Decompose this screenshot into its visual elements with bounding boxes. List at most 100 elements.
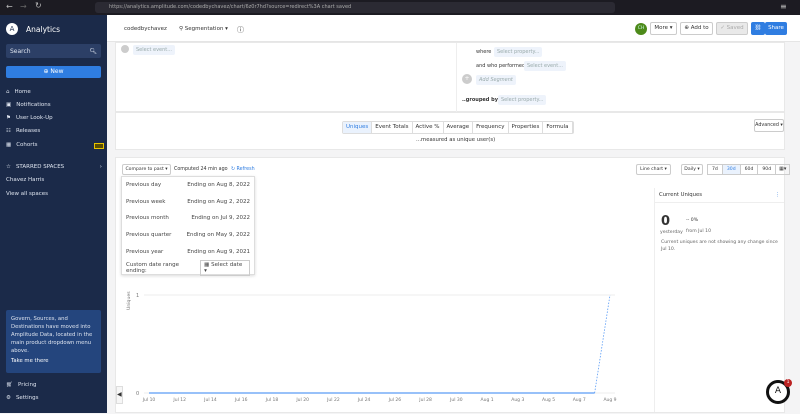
grouped-by-label: ..grouped by bbox=[462, 97, 498, 103]
range-selector: 7d30d60d90d▦▾ bbox=[707, 164, 790, 175]
space-chavez-harris[interactable]: Chavez Harris bbox=[6, 177, 44, 183]
select-date-dropdown[interactable]: ▦ Select date ▾ bbox=[200, 260, 250, 276]
x-tick-label: Jul 18 bbox=[265, 397, 279, 403]
compare-option[interactable]: Previous year Ending on Aug 9, 2021 bbox=[126, 243, 250, 260]
and-who-label: and who performed bbox=[476, 63, 525, 69]
sidebar-item-home[interactable]: ⌂Home bbox=[6, 89, 31, 95]
compare-option-label: Previous year bbox=[126, 249, 163, 255]
compare-option-date: Ending on Aug 9, 2021 bbox=[187, 249, 250, 255]
interval-dropdown[interactable]: Daily ▾ bbox=[681, 164, 703, 175]
range-90d[interactable]: 90d bbox=[758, 165, 776, 174]
x-tick-label: Jul 28 bbox=[418, 397, 432, 403]
sidebar-item-cohorts[interactable]: ▦Cohorts bbox=[6, 142, 38, 148]
x-tick-label: Jul 22 bbox=[326, 397, 340, 403]
home-icon: ⌂ bbox=[6, 89, 10, 95]
info-icon[interactable]: ⓘ bbox=[237, 25, 244, 35]
x-tick-label: Jul 12 bbox=[172, 397, 186, 403]
x-tick-label: Jul 10 bbox=[142, 397, 156, 403]
view-all-spaces-link[interactable]: View all spaces bbox=[6, 191, 48, 197]
app-switcher[interactable]: Analytics bbox=[26, 25, 60, 34]
x-tick-label: Aug 9 bbox=[603, 397, 616, 403]
series-line-incomplete bbox=[595, 295, 610, 393]
range-7d[interactable]: 7d bbox=[708, 165, 723, 174]
group-property[interactable]: Select property... bbox=[498, 95, 546, 105]
sidebar-item-settings[interactable]: ⚙Settings bbox=[6, 395, 39, 401]
link-icon[interactable]: ⛓ bbox=[751, 22, 765, 35]
share-button[interactable]: Share bbox=[765, 22, 787, 35]
current-period: yesterday bbox=[660, 230, 683, 235]
compare-option-label: Previous day bbox=[126, 182, 161, 188]
chat-launcher[interactable]: A 1 bbox=[766, 380, 790, 404]
measured-label: ...measured as unique user(s) bbox=[416, 137, 495, 143]
tab-properties[interactable]: Properties bbox=[509, 122, 544, 133]
migration-notice: Govern, Sources, and Destinations have m… bbox=[6, 310, 101, 373]
where-property[interactable]: Select property... bbox=[494, 47, 542, 57]
compare-option-label: Previous week bbox=[126, 199, 165, 205]
avatar[interactable]: CH bbox=[635, 23, 647, 35]
sidebar-item-releases[interactable]: ☷Releases bbox=[6, 128, 40, 134]
top-bar: codedbychavez ⚲ Segmentation ▾ ⓘ CH More… bbox=[107, 15, 800, 42]
add-to-button[interactable]: ⊕ Add to bbox=[680, 22, 713, 35]
compare-option[interactable]: Previous week Ending on Aug 2, 2022 bbox=[126, 194, 250, 211]
tab-event-totals[interactable]: Event Totals bbox=[372, 122, 412, 133]
range-60d[interactable]: 60d bbox=[741, 165, 759, 174]
back-button[interactable]: ← bbox=[6, 2, 13, 11]
current-title: Current Uniques bbox=[659, 192, 702, 198]
collapse-panel-handle[interactable]: ◀ bbox=[116, 386, 123, 404]
releases-icon: ☷ bbox=[6, 128, 11, 134]
y-tick-label: 1 bbox=[136, 293, 139, 299]
select-event[interactable]: Select event... bbox=[133, 45, 175, 55]
x-tick-label: Jul 24 bbox=[357, 397, 371, 403]
notification-badge: 1 bbox=[784, 379, 792, 387]
more-button[interactable]: More ▾ bbox=[650, 22, 677, 35]
current-uniques-panel: Current Uniques⋮ 0 yesterday -- 0% from … bbox=[654, 188, 784, 412]
add-segment-icon[interactable]: + bbox=[462, 74, 472, 84]
metric-tabs: UniquesEvent TotalsActive %AverageFreque… bbox=[342, 121, 574, 134]
and-who-event[interactable]: Select event... bbox=[524, 61, 566, 71]
compare-option[interactable]: Previous monthEnding on Jul 9, 2022 bbox=[126, 210, 250, 227]
starred-spaces-header[interactable]: ☆STARRED SPACES› bbox=[6, 164, 102, 170]
where-label: where bbox=[476, 49, 491, 55]
url-bar[interactable]: https://analytics.amplitude.com/codedbyc… bbox=[95, 2, 615, 13]
x-tick-label: Aug 1 bbox=[481, 397, 494, 403]
cohorts-icon: ▦ bbox=[6, 142, 11, 148]
tab-active-[interactable]: Active % bbox=[413, 122, 444, 133]
search-input[interactable]: Search🔍︎ bbox=[6, 44, 101, 58]
compare-option-label: Previous month bbox=[126, 215, 169, 221]
menu-icon[interactable]: ≡ bbox=[780, 2, 787, 11]
compare-option[interactable]: Previous quarter Ending on May 9, 2022 bbox=[126, 227, 250, 244]
org-dropdown[interactable]: codedbychavez bbox=[124, 26, 167, 32]
chart-type-dropdown[interactable]: ⚲ Segmentation ▾ bbox=[179, 26, 228, 32]
info-icon[interactable]: ⋮ bbox=[775, 192, 780, 198]
sidebar-item-pricing[interactable]: 🛒︎Pricing bbox=[6, 382, 37, 388]
event-marker bbox=[121, 45, 129, 53]
forward-button[interactable]: → bbox=[20, 2, 27, 11]
compare-option-label: Previous quarter bbox=[126, 232, 171, 238]
x-tick-label: Jul 20 bbox=[295, 397, 309, 403]
new-button[interactable]: ⊕ New bbox=[6, 66, 101, 78]
compare-option-date: Ending on May 9, 2022 bbox=[187, 232, 250, 238]
calendar-dropdown[interactable]: ▦▾ bbox=[776, 165, 789, 174]
take-me-there-link[interactable]: Take me there bbox=[11, 357, 96, 365]
advanced-dropdown[interactable]: Advanced ▾ bbox=[754, 119, 784, 132]
custom-date-row: Custom date range ending:▦ Select date ▾ bbox=[126, 260, 250, 277]
saved-button[interactable]: ✓ Saved bbox=[716, 22, 748, 35]
tab-frequency[interactable]: Frequency bbox=[473, 122, 508, 133]
sidebar-item-notifications[interactable]: ▣Notifications bbox=[6, 102, 51, 108]
tab-formula[interactable]: Formula bbox=[543, 122, 572, 133]
search-icon: 🔍︎ bbox=[89, 48, 97, 55]
x-tick-label: Jul 16 bbox=[234, 397, 248, 403]
x-tick-label: Aug 3 bbox=[511, 397, 524, 403]
range-30d[interactable]: 30d bbox=[723, 165, 741, 174]
tab-average[interactable]: Average bbox=[444, 122, 474, 133]
sidebar-item-user-lookup[interactable]: ⚑User Look-Up bbox=[6, 115, 53, 121]
compare-option[interactable]: Previous dayEnding on Aug 8, 2022 bbox=[126, 177, 250, 194]
compare-option-date: Ending on Aug 2, 2022 bbox=[187, 199, 250, 205]
add-segment-button[interactable]: Add Segment bbox=[476, 75, 516, 85]
current-value: 0 bbox=[661, 214, 670, 229]
reload-button[interactable]: ↻ bbox=[35, 1, 42, 10]
sidebar: A Analytics Search🔍︎ ⊕ New ⌂Home ▣Notifi… bbox=[0, 15, 107, 413]
tab-uniques[interactable]: Uniques bbox=[343, 122, 372, 133]
current-note: Current uniques are not showing any chan… bbox=[661, 240, 781, 253]
custom-date-label: Custom date range ending: bbox=[126, 262, 200, 274]
